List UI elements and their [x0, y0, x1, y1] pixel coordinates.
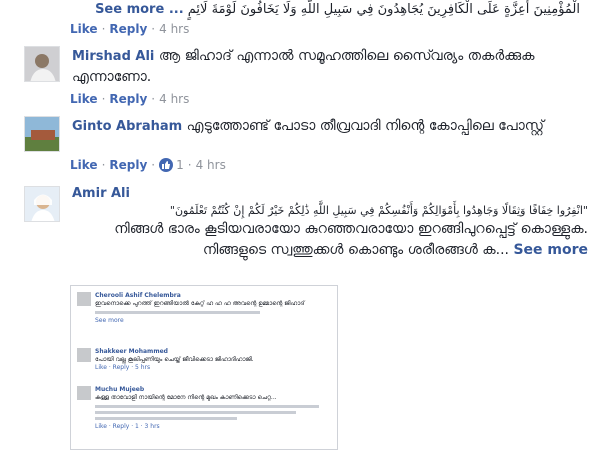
- comment-actions: Like · Reply · 4 hrs: [70, 92, 190, 106]
- see-more-link[interactable]: See more ...: [95, 2, 184, 17]
- arabic-quote: "انْفِرُوا خِفَافًا وَثِقَالًا وَجَاهِدُ…: [169, 204, 588, 217]
- avatar[interactable]: [24, 116, 60, 152]
- comment-author[interactable]: Ginto Abraham: [72, 119, 182, 134]
- avatar-image: [25, 117, 59, 151]
- embedded-author: Cherooli Ashif Chelembra: [95, 292, 181, 299]
- comment-author[interactable]: Mirshad Ali: [72, 49, 154, 64]
- timestamp[interactable]: 4 hrs: [159, 22, 189, 36]
- avatar: [77, 348, 91, 362]
- reply-button[interactable]: Reply: [109, 158, 147, 172]
- comment-actions: Like · Reply · 1 · 4 hrs: [70, 158, 226, 172]
- embedded-actions: Like · Reply · 1 · 3 hrs: [95, 423, 160, 430]
- embedded-author: Muchu Mujeeb: [95, 386, 145, 393]
- embedded-actions: Like · Reply · 5 hrs: [95, 364, 151, 371]
- avatar[interactable]: [24, 46, 60, 82]
- embedded-text: കള്ള താവോളി നായിന്റെ മോനേ നിന്റെ മുഖം കാ…: [95, 394, 277, 401]
- avatar[interactable]: [24, 186, 60, 222]
- like-button[interactable]: Like: [70, 158, 98, 172]
- timestamp[interactable]: 4 hrs: [159, 92, 189, 106]
- embedded-screenshot[interactable]: Cherooli Ashif Chelembra ഇവനൊക്കെ പുറത്ത…: [70, 285, 338, 450]
- reply-button[interactable]: Reply: [109, 22, 147, 36]
- embedded-see-more: See more: [95, 317, 124, 324]
- embedded-text: ഇവനൊക്കെ പുറത്ത് ഇറങ്ങിയാൽ കേറ്റ് ഹ ഹ ഹ …: [95, 300, 305, 307]
- comment: Amir Ali "انْفِرُوا خِفَافًا وَثِقَالًا …: [24, 186, 588, 282]
- top-comment-actions: Like · Reply · 4 hrs: [70, 22, 190, 36]
- arabic-text: الْمُؤْمِنِينَ أَعِزَّةٍ عَلَى الْكَافِر…: [187, 2, 580, 17]
- like-count[interactable]: 1: [159, 158, 184, 172]
- like-button[interactable]: Like: [70, 22, 98, 36]
- like-button[interactable]: Like: [70, 92, 98, 106]
- timestamp[interactable]: 4 hrs: [196, 158, 226, 172]
- thumbs-up-icon: [159, 158, 174, 172]
- embedded-text: പോയി വല്ല കൂലിപ്പണിയും ചെയ്ത് ജീവിക്കെടാ…: [95, 356, 254, 363]
- avatar-image: [25, 187, 59, 221]
- comment-author[interactable]: Amir Ali: [72, 186, 588, 201]
- see-more-link[interactable]: See more: [513, 242, 588, 258]
- avatar: [77, 292, 91, 306]
- avatar-image: [25, 47, 59, 81]
- comment-text: എടുത്തോണ്ട് പോടാ തീവ്രവാദി നിന്റെ കോപ്പി…: [186, 118, 544, 134]
- like-count-value: 1: [176, 158, 184, 172]
- top-comment-text: See more ... الْمُؤْمِنِينَ أَعِزَّةٍ عَ…: [70, 0, 580, 22]
- embedded-author: Shakkeer Mohammed: [95, 348, 168, 355]
- avatar: [77, 386, 91, 400]
- reply-button[interactable]: Reply: [109, 92, 147, 106]
